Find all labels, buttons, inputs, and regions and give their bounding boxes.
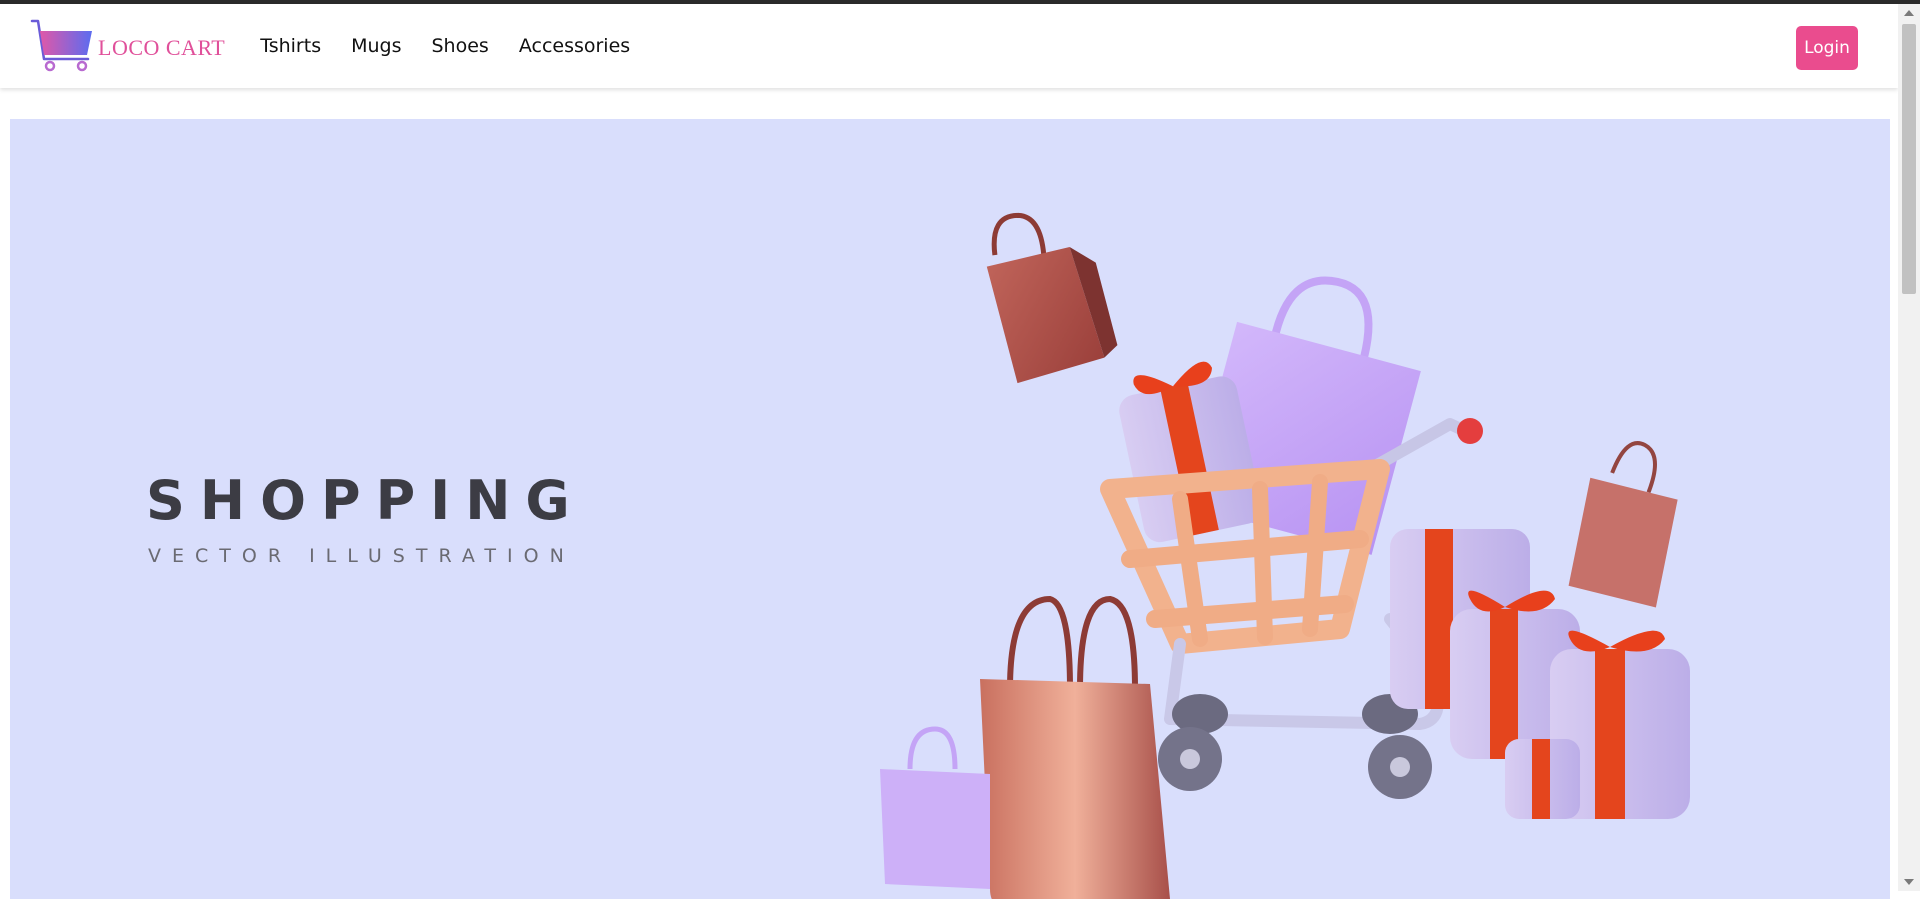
scroll-thumb[interactable] <box>1902 24 1916 294</box>
lilac-bag-small <box>880 726 990 889</box>
page-scrollbar[interactable] <box>1898 4 1920 891</box>
peach-bag-large <box>980 595 1170 899</box>
nav-link-accessories[interactable]: Accessories <box>504 35 645 57</box>
nav-link-mugs[interactable]: Mugs <box>336 35 416 57</box>
floating-bag-rose <box>1568 441 1678 608</box>
navbar: LOCO CART Tshirts Mugs Shoes Accessories… <box>0 4 1898 88</box>
scroll-up-arrow-icon[interactable] <box>1904 10 1914 16</box>
hero-title: SHOPPING <box>146 469 585 532</box>
shopping-cart-logo-icon <box>30 19 92 72</box>
brand-name: LOCO CART <box>98 35 226 60</box>
brand-link[interactable]: LOCO CART <box>30 19 225 73</box>
nav-links: Tshirts Mugs Shoes Accessories <box>245 35 645 57</box>
nav-link-shoes[interactable]: Shoes <box>417 35 504 57</box>
nav-link-tshirts[interactable]: Tshirts <box>245 35 336 57</box>
hero-banner: SHOPPING VECTOR ILLUSTRATION <box>10 119 1890 899</box>
hero-subtitle: VECTOR ILLUSTRATION <box>148 545 575 567</box>
login-button[interactable]: Login <box>1796 26 1858 70</box>
scroll-down-arrow-icon[interactable] <box>1904 879 1914 885</box>
shopping-illustration-icon <box>880 212 1690 899</box>
cart-wheels <box>1158 694 1432 799</box>
floating-bag-brown <box>986 212 1118 384</box>
